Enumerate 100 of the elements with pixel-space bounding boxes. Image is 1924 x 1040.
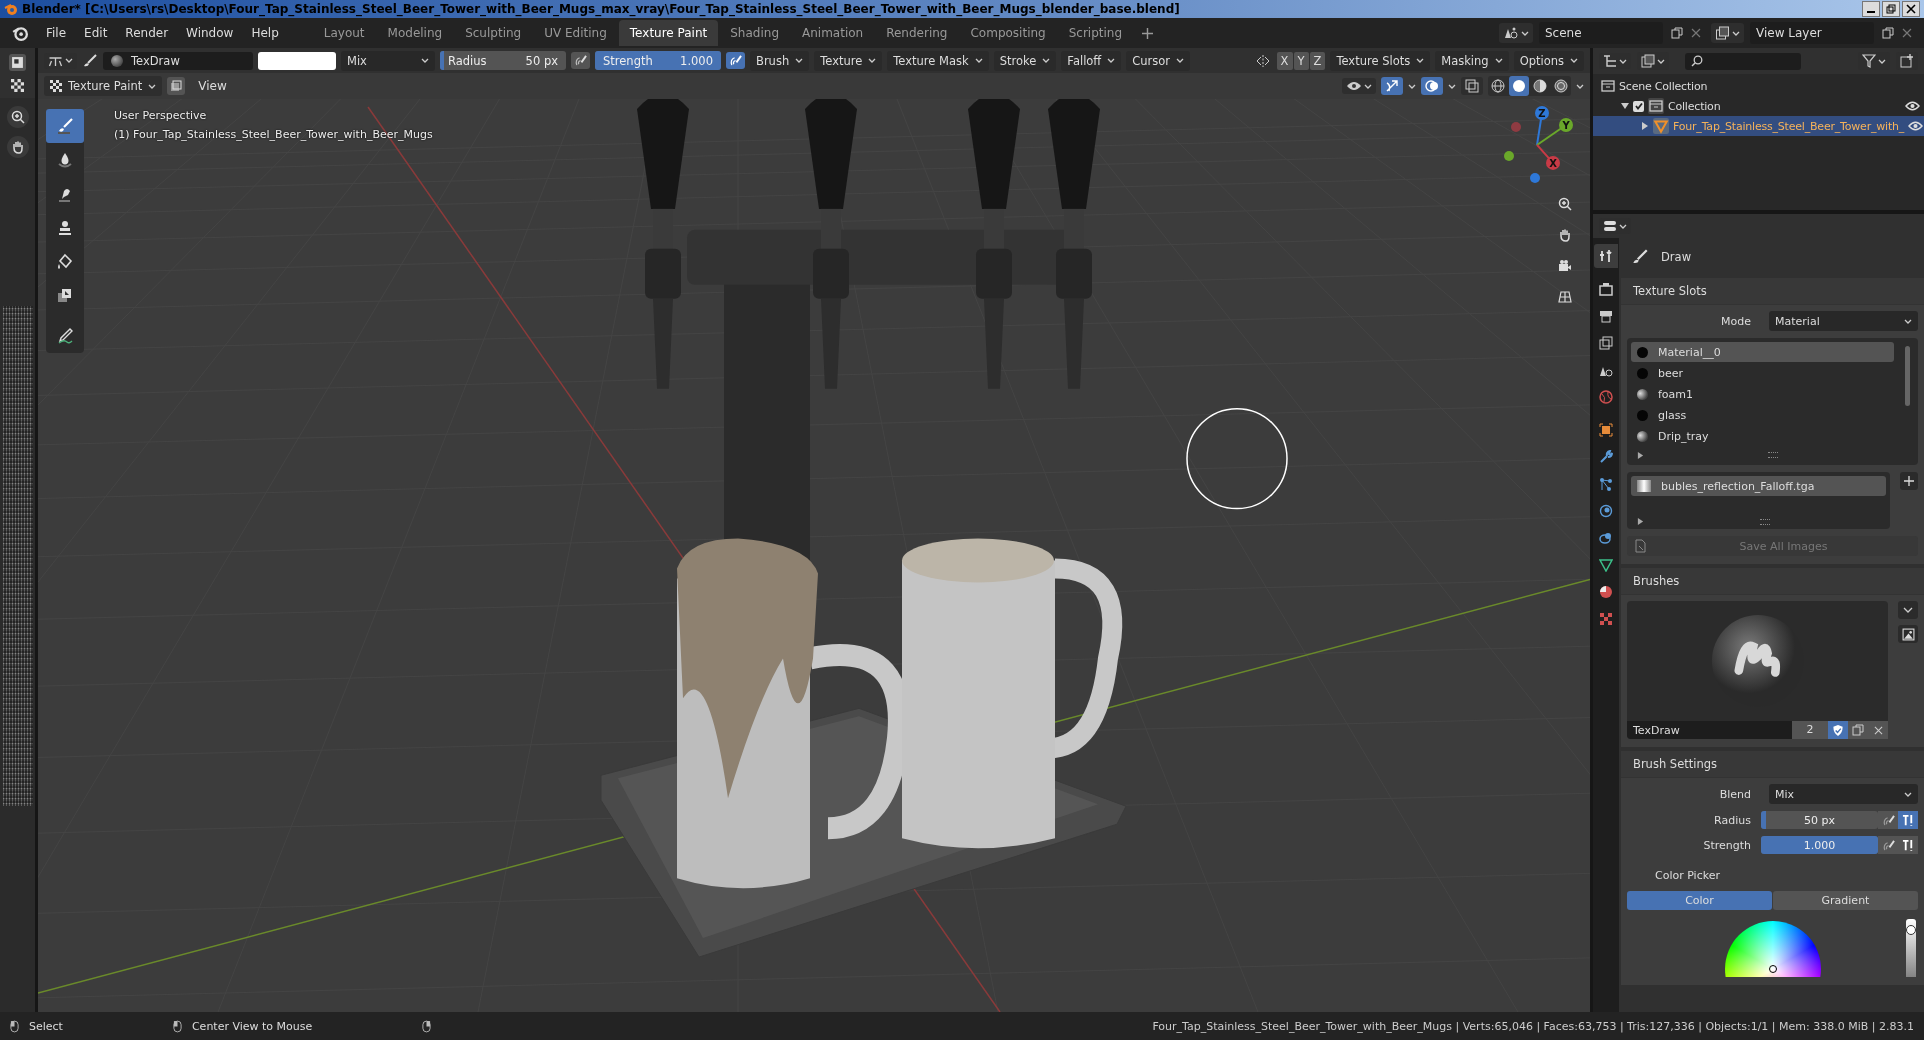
rendered-shading-button[interactable]	[1551, 76, 1571, 96]
view-layer-name-field[interactable]: View Layer	[1750, 22, 1874, 44]
close-button[interactable]	[1902, 1, 1920, 17]
unlink-button[interactable]	[1868, 721, 1888, 739]
workspace-tab[interactable]: Scripting	[1057, 20, 1134, 46]
axis-toggle[interactable]: Y	[1293, 51, 1309, 70]
mirror-icon[interactable]	[1255, 53, 1272, 68]
workspace-tab[interactable]: UV Editing	[533, 20, 618, 46]
resize-grip-icon[interactable]	[1768, 452, 1778, 458]
header-menu[interactable]: Brush	[750, 50, 810, 71]
radius-slider[interactable]: Radius 50 px	[440, 51, 566, 70]
collapsed-arrow-icon[interactable]	[1641, 122, 1649, 130]
scene-name-field[interactable]: Scene	[1539, 22, 1663, 44]
view-layer-selector-button[interactable]	[1711, 23, 1744, 43]
add-button[interactable]	[1900, 472, 1918, 490]
xray-toggle-button[interactable]	[1461, 77, 1483, 95]
editor-type-button[interactable]	[9, 54, 26, 71]
mode-dropdown[interactable]: Texture Paint	[44, 76, 163, 96]
copy-button[interactable]	[1848, 721, 1868, 739]
unified-setting-button[interactable]	[1898, 811, 1918, 829]
axis-toggle[interactable]: Z	[1309, 51, 1326, 70]
gizmo-toggle-button[interactable]	[1381, 77, 1403, 95]
menu-item[interactable]: Window	[178, 23, 242, 43]
header-menu[interactable]: Stroke	[993, 50, 1057, 71]
workspace-tab[interactable]: Rendering	[875, 20, 959, 46]
image-list-item[interactable]: bubles_reflection_Falloff.tga	[1631, 476, 1886, 496]
overlay-toggle-button[interactable]	[1421, 77, 1443, 95]
copy-button[interactable]	[1880, 25, 1896, 41]
material-list-item[interactable]: Material__0	[1631, 342, 1894, 362]
close-icon[interactable]	[1902, 28, 1912, 38]
tool-button[interactable]	[46, 109, 84, 143]
subpanel-header[interactable]: Color Picker	[1627, 861, 1918, 884]
pressure-button[interactable]	[726, 52, 745, 69]
radius-slider[interactable]: 50 px	[1761, 811, 1878, 829]
header-menu[interactable]: Texture Mask	[887, 50, 989, 71]
view-menu[interactable]: View	[190, 76, 235, 96]
search-field[interactable]	[1685, 52, 1801, 70]
color-mode-tab[interactable]: Color	[1627, 891, 1772, 910]
fake-user-button[interactable]	[1828, 721, 1848, 739]
restore-button[interactable]	[1882, 1, 1900, 17]
options-button[interactable]	[1898, 601, 1918, 619]
properties-tab[interactable]	[1594, 244, 1618, 268]
expanded-arrow-icon[interactable]	[1621, 102, 1629, 110]
expand-arrow-icon[interactable]	[1637, 451, 1644, 459]
zoom-button[interactable]	[6, 106, 29, 128]
workspace-tab[interactable]: Modeling	[376, 20, 454, 46]
workspace-tab[interactable]: Shading	[719, 20, 790, 46]
panel-header[interactable]: Brushes	[1621, 568, 1924, 595]
blend-dropdown[interactable]: Mix	[1769, 784, 1918, 804]
users-count[interactable]: 2	[1792, 721, 1828, 739]
pressure-button[interactable]	[571, 52, 590, 69]
material-list-item[interactable]: beer	[1631, 363, 1894, 383]
minimize-button[interactable]	[1862, 1, 1880, 17]
unified-setting-button[interactable]	[1898, 836, 1918, 854]
axis-toggle[interactable]: X	[1276, 51, 1293, 70]
workspace-tab[interactable]: Texture Paint	[618, 20, 719, 46]
menu-item[interactable]: Edit	[76, 23, 116, 43]
material-list-item[interactable]: Drip_tray	[1631, 426, 1894, 446]
material-list-item[interactable]: foam1	[1631, 384, 1894, 404]
visibility-button[interactable]	[1342, 78, 1376, 94]
blend-dropdown[interactable]: Mix	[341, 50, 435, 71]
strength-slider[interactable]: Strength 1.000	[595, 51, 721, 70]
blender-logo-icon[interactable]	[12, 25, 28, 41]
copy-button[interactable]	[1669, 25, 1685, 41]
resize-grip-icon[interactable]	[1760, 519, 1770, 525]
wireframe-shading-button[interactable]	[1488, 76, 1508, 96]
brush-sphere-icon[interactable]	[111, 54, 123, 67]
strength-slider[interactable]: 1.000	[1761, 836, 1878, 854]
header-menu[interactable]: Falloff	[1061, 50, 1122, 71]
outliner-row[interactable]: Four_Tap_Stainless_Steel_Beer_Tower_with_	[1593, 116, 1924, 136]
menu-item[interactable]: Render	[117, 23, 177, 43]
menu-item[interactable]: File	[38, 23, 75, 43]
layers-toggle-button[interactable]	[167, 77, 186, 95]
workspace-tab[interactable]: Animation	[791, 20, 875, 46]
checkbox[interactable]	[1633, 100, 1644, 112]
checker-icon[interactable]	[11, 79, 24, 92]
header-menu[interactable]: Options	[1513, 50, 1584, 71]
workspace-tab[interactable]: Layout	[312, 20, 376, 46]
header-menu[interactable]: Texture	[814, 50, 883, 71]
mode-dropdown[interactable]: Material	[1769, 311, 1918, 331]
menu-item[interactable]: Help	[243, 23, 287, 43]
header-menu[interactable]: Masking	[1435, 50, 1509, 71]
pan-button[interactable]	[6, 136, 29, 158]
brush-color-swatch[interactable]	[258, 51, 336, 70]
expand-arrow-icon[interactable]	[1637, 518, 1644, 525]
material-shading-button[interactable]	[1530, 76, 1550, 96]
add-icon[interactable]	[1142, 27, 1154, 39]
solid-shading-button[interactable]	[1509, 76, 1529, 96]
axis-gizmo-drawing[interactable]	[1504, 106, 1573, 183]
scrollbar[interactable]	[1905, 346, 1910, 406]
brush-name-field[interactable]: TexDraw	[1627, 723, 1792, 737]
pressure-button[interactable]	[1878, 836, 1898, 854]
eye-icon[interactable]	[1908, 121, 1924, 131]
scene-selector-button[interactable]	[1499, 23, 1533, 43]
panel-header[interactable]: Brush Settings	[1621, 751, 1924, 778]
workspace-tab[interactable]: Compositing	[959, 20, 1057, 46]
workspace-tab[interactable]: Sculpting	[454, 20, 533, 46]
header-menu[interactable]: Texture Slots	[1330, 50, 1431, 71]
color-mode-tab[interactable]: Gradient	[1773, 891, 1918, 910]
material-list-item[interactable]: glass	[1631, 405, 1894, 425]
